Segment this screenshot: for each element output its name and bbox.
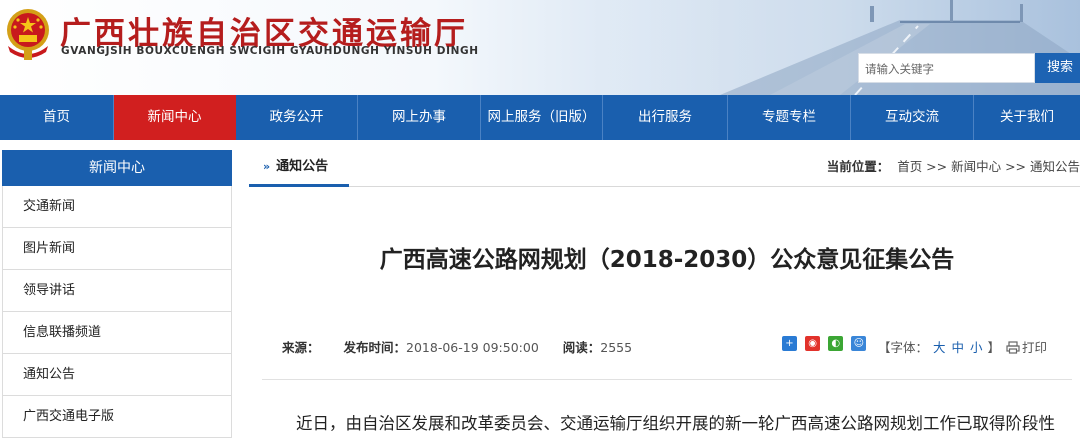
meta-divider bbox=[262, 379, 1072, 380]
nav-item-online-service-old[interactable]: 网上服务（旧版） bbox=[481, 95, 603, 140]
site-subtitle: GVANGJSIH BOUXCUENGH SWCIGIH GYAUHDUNGH … bbox=[61, 45, 479, 57]
nav-item-government-affairs[interactable]: 政务公开 bbox=[236, 95, 358, 140]
font-medium-link[interactable]: 中 bbox=[952, 340, 965, 355]
sidebar: 新闻中心 交通新闻 图片新闻 领导讲话 信息联播频道 通知公告 广西交通电子版 bbox=[2, 150, 232, 438]
font-close: 】 bbox=[987, 340, 1001, 355]
search-button[interactable]: 搜索 bbox=[1035, 53, 1080, 83]
font-small-link[interactable]: 小 bbox=[970, 340, 983, 355]
reads-label: 阅读： bbox=[562, 340, 601, 355]
publish-value: 2018-06-19 09:50:00 bbox=[406, 340, 539, 355]
print-label: 打印 bbox=[1022, 340, 1048, 355]
article-title: 广西高速公路网规划（2018-2030）公众意见征集公告 bbox=[379, 247, 955, 273]
tab-notices[interactable]: » 通知公告 bbox=[249, 150, 349, 187]
printer-icon bbox=[1006, 341, 1020, 354]
sidebar-item-notices[interactable]: 通知公告 bbox=[2, 354, 232, 396]
nav-item-about-us[interactable]: 关于我们 bbox=[974, 95, 1080, 140]
tab-label: 通知公告 bbox=[276, 159, 329, 174]
font-large-link[interactable]: 大 bbox=[933, 340, 946, 355]
share-more-icon[interactable]: + bbox=[782, 336, 797, 351]
nav-item-online-services[interactable]: 网上办事 bbox=[358, 95, 481, 140]
breadcrumb-label: 当前位置： bbox=[826, 159, 890, 174]
wechat-icon[interactable]: ◐ bbox=[828, 336, 844, 351]
main-nav: 首页 新闻中心 政务公开 网上办事 网上服务（旧版） 出行服务 专题专栏 互动交… bbox=[0, 95, 1080, 140]
content-tabbar: » 通知公告 当前位置： 首页 >> 新闻中心 >> 通知公告 bbox=[249, 150, 1080, 187]
nav-item-special-topics[interactable]: 专题专栏 bbox=[728, 95, 851, 140]
site-header: 广西壮族自治区交通运输厅 GVANGJSIH BOUXCUENGH SWCIGI… bbox=[0, 0, 1080, 95]
meta-source: 来源： bbox=[282, 340, 320, 355]
sidebar-item-picture-news[interactable]: 图片新闻 bbox=[2, 228, 232, 270]
sidebar-item-info-channel[interactable]: 信息联播频道 bbox=[2, 312, 232, 354]
weibo-icon[interactable]: ◉ bbox=[805, 336, 821, 351]
breadcrumb-path[interactable]: 首页 >> 新闻中心 >> 通知公告 bbox=[897, 159, 1080, 174]
meta-reads: 阅读：2555 bbox=[563, 340, 632, 355]
sidebar-item-e-edition[interactable]: 广西交通电子版 bbox=[2, 396, 232, 438]
source-label: 来源： bbox=[282, 340, 320, 355]
national-emblem-icon bbox=[7, 9, 49, 60]
breadcrumb: 当前位置： 首页 >> 新闻中心 >> 通知公告 bbox=[827, 150, 1080, 184]
sidebar-heading[interactable]: 新闻中心 bbox=[2, 150, 232, 186]
article-body-first-line: 近日，由自治区发展和改革委员会、交通运输厅组织开展的新一轮广西高速公路网规划工作… bbox=[296, 414, 1055, 433]
sidebar-item-traffic-news[interactable]: 交通新闻 bbox=[2, 186, 232, 228]
search-input[interactable]: 请输入关键字 bbox=[858, 53, 1035, 83]
font-size-control: 【字体： 大 中 小 】 bbox=[878, 337, 1000, 356]
print-button[interactable]: 打印 bbox=[1006, 337, 1047, 356]
font-label: 【字体： bbox=[878, 340, 929, 355]
nav-item-home[interactable]: 首页 bbox=[0, 95, 114, 140]
reads-value: 2555 bbox=[600, 340, 633, 355]
meta-publish: 发布时间：2018-06-19 09:50:00 bbox=[344, 340, 539, 355]
share-icons: + ◉ ◐ ☺ bbox=[782, 336, 869, 352]
nav-item-interaction[interactable]: 互动交流 bbox=[851, 95, 974, 140]
double-chevron-right-icon: » bbox=[263, 160, 271, 173]
article-meta: 来源： 发布时间：2018-06-19 09:50:00 阅读：2555 bbox=[282, 337, 652, 356]
sidebar-item-leader-speeches[interactable]: 领导讲话 bbox=[2, 270, 232, 312]
nav-item-travel-services[interactable]: 出行服务 bbox=[603, 95, 728, 140]
nav-item-news-center[interactable]: 新闻中心 bbox=[114, 95, 236, 140]
publish-label: 发布时间： bbox=[343, 340, 407, 355]
qq-icon[interactable]: ☺ bbox=[851, 336, 867, 351]
